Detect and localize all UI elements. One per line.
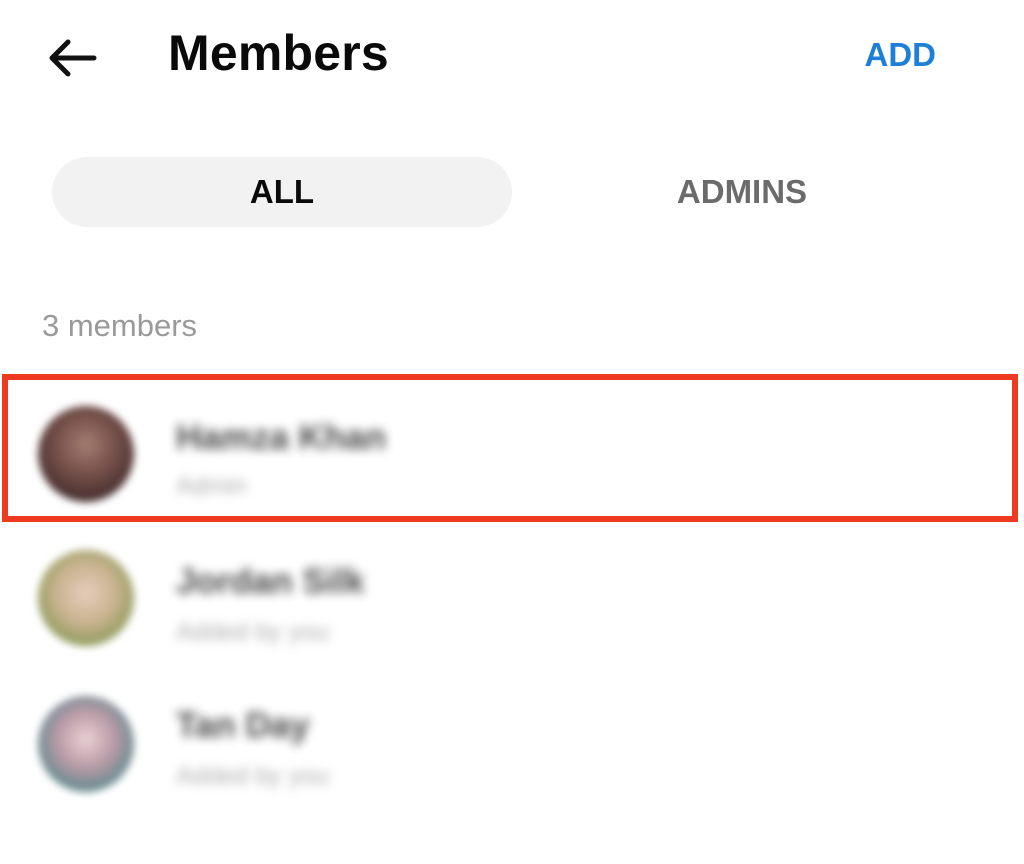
member-row[interactable]: Hamza Khan Admin [0, 374, 1024, 522]
header: Members ADD [0, 0, 1024, 120]
page-title: Members [168, 25, 389, 81]
back-button[interactable] [40, 28, 104, 88]
member-row[interactable]: Jordan Silk Added by you [0, 522, 1024, 670]
tab-bar: ALL ADMINS [52, 157, 972, 227]
arrow-left-icon [49, 39, 97, 77]
tab-all[interactable]: ALL [52, 157, 512, 227]
member-name: Jordan Silk [176, 562, 365, 601]
members-count: 3 members [42, 308, 198, 343]
avatar [38, 550, 134, 646]
member-subtitle: Admin [176, 472, 247, 500]
member-subtitle: Added by you [176, 618, 329, 646]
members-screen: Members ADD ALL ADMINS 3 members Hamza K… [0, 0, 1024, 864]
member-subtitle: Added by you [176, 762, 329, 790]
avatar [38, 406, 134, 502]
member-row[interactable]: Tan Day Added by you [0, 666, 1024, 814]
member-name: Tan Day [176, 706, 310, 745]
avatar [38, 696, 134, 792]
member-name: Hamza Khan [176, 418, 387, 457]
add-button[interactable]: ADD [865, 36, 937, 74]
tab-admins[interactable]: ADMINS [512, 157, 972, 227]
